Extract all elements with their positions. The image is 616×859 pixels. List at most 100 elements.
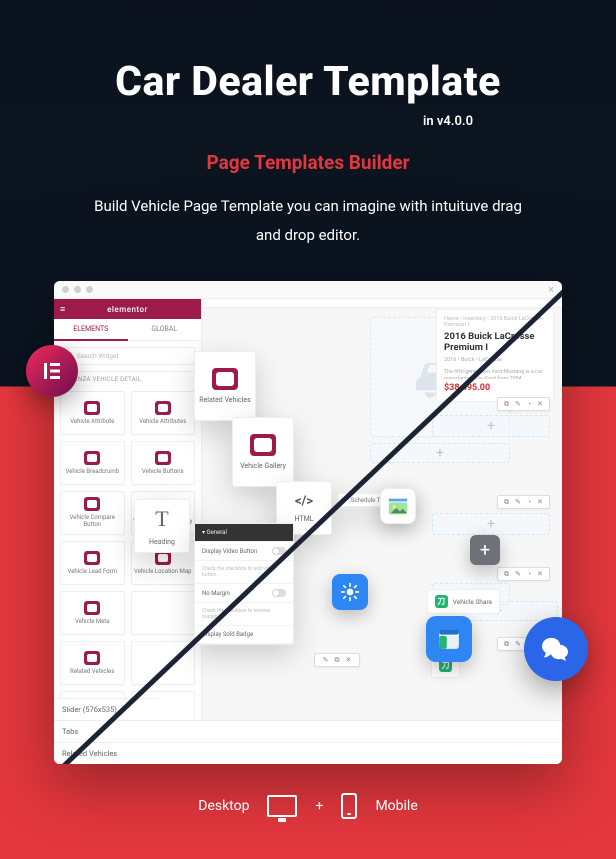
widget-label: Vehicle Lead Form: [68, 569, 117, 576]
widget-icon: [250, 434, 276, 456]
widget-label: Vehicle Buttons: [142, 469, 184, 476]
widget-label: Vehicle Location Map: [134, 569, 191, 576]
edit-icon[interactable]: ✎: [515, 641, 521, 648]
widget-label: Vehicle Attribute: [70, 419, 114, 426]
edit-icon[interactable]: ✎: [323, 657, 329, 664]
dropzone[interactable]: +: [432, 415, 550, 437]
widget-card[interactable]: [131, 591, 196, 635]
widget-label: Related Vehicles: [70, 669, 114, 676]
vehicle-share-card[interactable]: 刀 Vehicle Share: [427, 589, 500, 614]
widget-icon: [84, 651, 100, 665]
title-part-a: Car Dealer: [115, 58, 323, 106]
edit-icon[interactable]: ✎: [515, 499, 521, 506]
delete-icon[interactable]: ✕: [537, 499, 543, 506]
canvas-area[interactable]: + + Home › Inventory › 2016 Buick LaCros…: [202, 299, 562, 764]
related-row[interactable]: Related Vehicles: [54, 742, 562, 764]
widget-label: HTML: [295, 515, 314, 523]
style-icon[interactable]: ◔: [527, 499, 531, 506]
element-toolbar[interactable]: ⧉ ✎ ◔ ✕: [497, 397, 550, 411]
widget-card[interactable]: Vehicle Attributes: [131, 391, 196, 435]
widget-card[interactable]: Vehicle Attribute: [60, 391, 125, 435]
tabs-row[interactable]: Tabs: [54, 720, 562, 742]
edit-icon[interactable]: ✎: [515, 571, 521, 578]
panel-row-label: Display Sold Badge: [202, 631, 253, 638]
widget-icon: [84, 601, 100, 615]
row-label: Slider (576x535): [62, 705, 117, 714]
widget-label: Vehicle Compare Button: [61, 515, 124, 528]
code-icon: </>: [295, 494, 313, 509]
row-label: Tabs: [62, 727, 78, 736]
row-label: Related Vehicles: [62, 749, 117, 758]
widget-vehicle-gallery[interactable]: Vehicle Gallery: [232, 417, 294, 487]
duplicate-icon[interactable]: ⧉: [504, 499, 509, 506]
chat-fab[interactable]: [524, 617, 588, 681]
sidebar-tabs: ELEMENTS GLOBAL: [54, 319, 201, 341]
widget-grid: Vehicle Attribute Vehicle Attributes Vehic…: [54, 385, 201, 741]
search-input[interactable]: 🔍 Search Widget: [60, 347, 195, 365]
layout-app-icon[interactable]: [426, 616, 472, 662]
widget-icon: [212, 368, 238, 390]
duplicate-icon[interactable]: ⧉: [504, 401, 509, 408]
toggle[interactable]: [272, 589, 286, 597]
delete-icon[interactable]: ✕: [537, 571, 543, 578]
widget-icon: [84, 551, 100, 565]
close-icon[interactable]: ×: [548, 283, 554, 296]
elementor-badge-icon: [26, 345, 78, 397]
widget-icon: [155, 451, 171, 465]
dropzone[interactable]: +: [432, 513, 550, 535]
edit-icon[interactable]: ✎: [515, 401, 521, 408]
element-toolbar[interactable]: ⧉ ✎ ◔ ✕: [497, 567, 550, 581]
delete-icon[interactable]: ✕: [537, 401, 543, 408]
brightness-app-icon[interactable]: [332, 574, 368, 610]
breadcrumb[interactable]: Home › Inventory › 2016 Buick LaCrosse P…: [444, 316, 546, 328]
widget-related-vehicles[interactable]: Related Vehicles: [194, 351, 256, 421]
plus-separator: +: [315, 798, 323, 814]
panel-row[interactable]: Display Sold Badge: [195, 626, 293, 644]
duplicate-icon[interactable]: ⧉: [335, 657, 340, 664]
vehicle-title: 2016 Buick LaCrosse Premium I: [444, 332, 546, 354]
page-title: Car Dealer Template: [115, 58, 501, 106]
panel-row[interactable]: Display Video Button: [195, 542, 293, 561]
widget-card[interactable]: [131, 641, 196, 685]
traffic-dot: [74, 286, 81, 293]
widget-card[interactable]: Vehicle Breadcrumb: [60, 441, 125, 485]
widget-card[interactable]: Vehicle Lead Form: [60, 541, 125, 585]
element-toolbar[interactable]: ✎ ⧉ ✕: [314, 653, 360, 667]
panel-row-label: Display Video Button: [202, 548, 257, 555]
widget-label: Vehicle Gallery: [240, 462, 286, 470]
widget-card[interactable]: Related Vehicles: [60, 641, 125, 685]
vehicle-detail-card: Home › Inventory › 2016 Buick LaCrosse P…: [436, 309, 554, 402]
widget-card[interactable]: Vehicle Compare Button: [60, 491, 125, 535]
panel-header[interactable]: ▾ General: [195, 524, 293, 542]
settings-panel[interactable]: ▾ General Display Video Button Check the…: [194, 523, 294, 645]
tab-global[interactable]: GLOBAL: [128, 319, 202, 341]
title-part-b: Template: [323, 58, 501, 106]
toggle[interactable]: [272, 547, 286, 555]
element-toolbar[interactable]: ⧉ ✎ ◔ ✕: [497, 495, 550, 509]
widget-card[interactable]: Vehicle Buttons: [131, 441, 196, 485]
brand-label: elementor: [107, 305, 148, 314]
duplicate-icon[interactable]: ⧉: [504, 641, 509, 648]
add-block-button[interactable]: +: [470, 535, 500, 565]
footer: Desktop + Mobile: [0, 793, 616, 819]
style-icon[interactable]: ◔: [527, 571, 531, 578]
widget-heading[interactable]: THeading: [134, 499, 190, 553]
style-icon[interactable]: ◔: [527, 401, 531, 408]
dropzone[interactable]: +: [370, 443, 510, 463]
menu-icon[interactable]: ≡: [60, 304, 66, 315]
editor-canvas: ≡ elementor ELEMENTS GLOBAL 🔍 Search Wid…: [54, 299, 562, 764]
widget-icon: [84, 451, 100, 465]
hero: Car Dealer Template in v4.0.0 Page Templ…: [0, 0, 616, 249]
share-icon: 刀: [435, 595, 448, 608]
tab-elements[interactable]: ELEMENTS: [54, 319, 128, 341]
widget-card[interactable]: Vehicle Meta: [60, 591, 125, 635]
share-label: Vehicle Share: [453, 598, 492, 606]
slider-row[interactable]: Slider (576x535): [54, 698, 158, 720]
delete-icon[interactable]: ✕: [346, 657, 352, 664]
duplicate-icon[interactable]: ⧉: [504, 571, 509, 578]
widget-icon: [155, 401, 171, 415]
panel-header-label: General: [207, 529, 227, 536]
panel-row[interactable]: No Margin: [195, 584, 293, 603]
widget-label: Vehicle Attributes: [139, 419, 186, 426]
photos-app-icon[interactable]: [380, 488, 416, 524]
